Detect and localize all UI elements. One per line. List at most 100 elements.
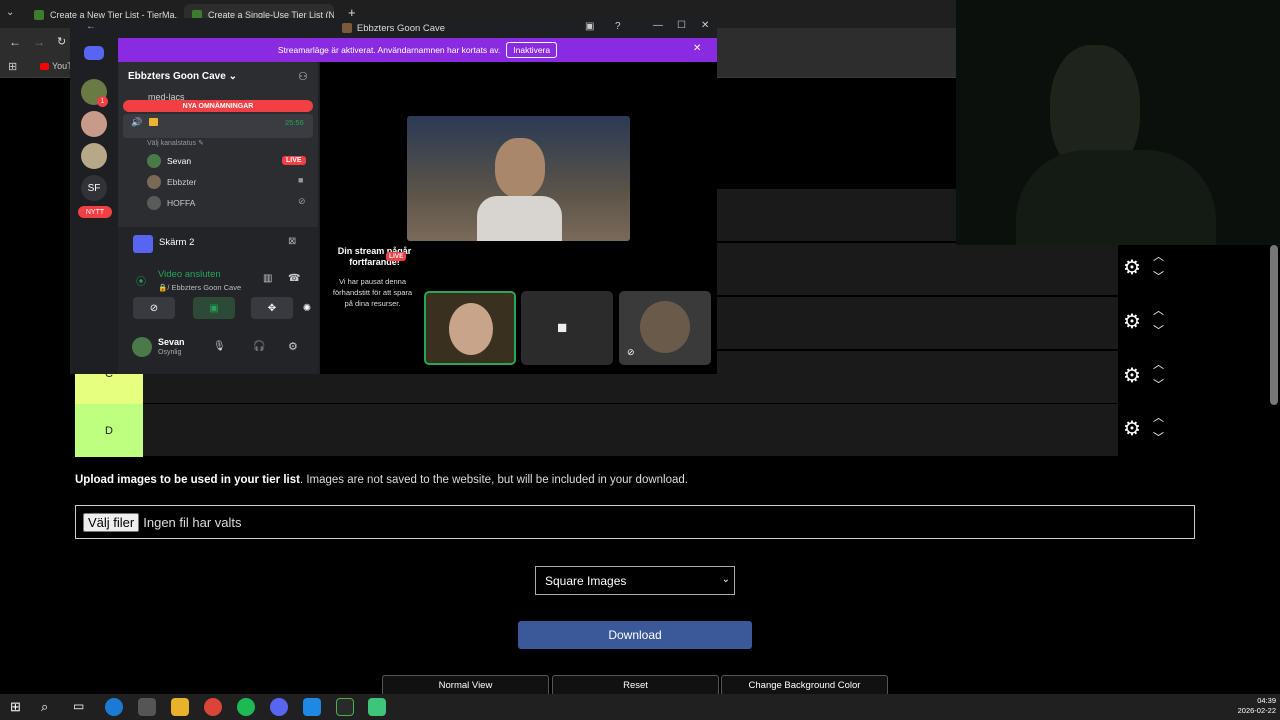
voice-channel-link[interactable]: 🔒/ Ebbzters Goon Cave: [158, 283, 241, 292]
lock-icon: [149, 118, 158, 126]
back-arrow-icon[interactable]: ←: [86, 21, 96, 32]
avatar: [640, 301, 690, 353]
row-controls: ⚙ ︿ ﹀: [1122, 243, 1172, 296]
participant-tile[interactable]: [424, 291, 516, 365]
participant-tile[interactable]: ■: [521, 291, 613, 365]
task-view-icon[interactable]: ▭: [73, 699, 84, 713]
channel-status[interactable]: Välj kanalstatus ✎: [147, 139, 204, 147]
chevron-down-icon[interactable]: ﹀: [1153, 326, 1164, 337]
gear-icon[interactable]: ⚙: [1122, 366, 1142, 386]
screen-share-button[interactable]: ▣: [193, 297, 235, 319]
activities-button[interactable]: ✥: [251, 297, 293, 319]
chrome-icon[interactable]: [204, 698, 222, 716]
live-badge: LIVE: [386, 252, 407, 261]
camera-icon: ■: [557, 318, 568, 337]
avatar[interactable]: [132, 337, 152, 357]
chevron-down-icon[interactable]: ﹀: [1153, 272, 1164, 283]
voice-member[interactable]: Sevan: [147, 154, 191, 168]
file-upload-field[interactable]: Välj filer Ingen fil har valts: [75, 505, 1195, 539]
microphone-icon[interactable]: 🎙: [213, 341, 226, 352]
image-shape-select[interactable]: Square Images ⌄: [535, 566, 735, 595]
chevron-up-icon[interactable]: ︿: [1153, 252, 1164, 263]
xbox-icon[interactable]: [336, 698, 354, 716]
tab-search-icon[interactable]: ⌄: [6, 7, 14, 18]
tier-label[interactable]: D: [75, 404, 143, 457]
user-name: Sevan: [158, 337, 185, 347]
chevron-down-icon[interactable]: ﹀: [1153, 433, 1164, 444]
discord-window: Ebbzters Goon Cave ← ▣ ? — ☐ ✕ Streamarl…: [70, 18, 717, 374]
screen-share-icon: [133, 235, 153, 253]
normal-view-button[interactable]: Normal View: [382, 675, 549, 695]
tiermaker-favicon-icon: [34, 10, 44, 20]
minimize-icon[interactable]: —: [653, 20, 663, 31]
gear-icon[interactable]: ⚙: [1122, 312, 1142, 332]
chevron-down-icon[interactable]: ﹀: [1153, 380, 1164, 391]
disconnect-icon[interactable]: ☎: [288, 273, 300, 284]
headphones-icon[interactable]: 🎧: [253, 341, 265, 352]
upload-heading: Upload images to be used in your tier li…: [75, 474, 300, 486]
add-member-icon[interactable]: ⚇: [298, 70, 308, 83]
stream-paused-note: Vi har pausat denna förhandstitt för att…: [332, 277, 413, 308]
spotify-icon[interactable]: [237, 698, 255, 716]
reload-icon[interactable]: ↻: [57, 35, 66, 48]
video-feed[interactable]: [407, 116, 630, 241]
gear-icon[interactable]: ⚙: [1122, 419, 1142, 439]
voice-member[interactable]: Ebbzter: [147, 175, 196, 189]
inbox-icon[interactable]: ▣: [585, 21, 594, 32]
back-arrow-icon[interactable]: ←: [9, 35, 21, 49]
server-name[interactable]: Ebbzters Goon Cave ⌄: [128, 71, 237, 82]
stream-stage: Din stream pågår fortfarande! LIVE Vi ha…: [320, 62, 717, 374]
chevron-up-icon[interactable]: ︿: [1153, 360, 1164, 371]
soundboard-button[interactable]: ✺: [298, 297, 316, 319]
channel-sidebar: Ebbzters Goon Cave ⌄ ⚇ med-lacs NYA OMNÄ…: [118, 62, 318, 374]
discord-home-icon[interactable]: [84, 46, 104, 60]
tier-row[interactable]: D: [75, 404, 1118, 457]
search-icon[interactable]: ⌕: [41, 699, 48, 715]
app-icon[interactable]: [303, 698, 321, 716]
stop-stream-icon[interactable]: ⊠: [288, 236, 296, 247]
new-mentions-pill[interactable]: NYA OMNÄMNINGAR: [123, 100, 313, 112]
choose-files-button[interactable]: Välj filer: [83, 512, 140, 532]
discord-icon[interactable]: [270, 698, 288, 716]
system-clock[interactable]: 04:39 2026-02-22: [1230, 696, 1276, 716]
server-icon: [341, 23, 352, 33]
apps-grid-icon[interactable]: ⊞: [8, 60, 17, 73]
bookmark-youtube[interactable]: YouT: [40, 61, 73, 71]
maximize-icon[interactable]: ☐: [677, 20, 686, 31]
chevron-up-icon[interactable]: ︿: [1153, 413, 1164, 424]
camera-toggle-button[interactable]: ⊘: [133, 297, 175, 319]
change-background-button[interactable]: Change Background Color: [721, 675, 888, 695]
disable-button[interactable]: Inaktivera: [506, 42, 558, 58]
close-icon[interactable]: ✕: [701, 20, 709, 31]
forward-arrow-icon[interactable]: →: [33, 35, 45, 49]
server-list: 1 SF NYTT: [70, 38, 118, 374]
avatar: [449, 303, 493, 355]
close-icon[interactable]: ✕: [693, 43, 701, 54]
windows-start-icon[interactable]: ⊞: [10, 699, 21, 715]
noise-suppression-icon[interactable]: ▥: [263, 273, 272, 284]
gear-icon[interactable]: ⚙: [1122, 258, 1142, 278]
tiermaker-icon[interactable]: [368, 698, 386, 716]
unread-badge: 1: [97, 96, 108, 107]
participant-tile[interactable]: ⊘: [619, 291, 711, 365]
new-badge: NYTT: [78, 206, 112, 218]
voice-status[interactable]: Video ansluten: [158, 269, 221, 280]
help-icon[interactable]: ?: [615, 21, 621, 32]
voice-channel-row[interactable]: 🔊 25:56: [123, 114, 313, 138]
download-button[interactable]: Download: [518, 621, 752, 649]
chevron-up-icon[interactable]: ︿: [1153, 306, 1164, 317]
server-sf[interactable]: SF: [81, 175, 107, 201]
store-icon[interactable]: [138, 698, 156, 716]
windows-taskbar: ⊞ ⌕ ▭ 04:39 2026-02-22: [0, 694, 1280, 720]
shirt-shape: [477, 196, 562, 241]
page-scrollbar[interactable]: [1270, 245, 1278, 405]
reset-button[interactable]: Reset: [552, 675, 719, 695]
channel-timer: 25:56: [285, 118, 304, 127]
edge-icon[interactable]: [105, 698, 123, 716]
signal-icon: ⦿: [136, 277, 146, 288]
server-avatar[interactable]: [81, 143, 107, 169]
server-avatar[interactable]: [81, 111, 107, 137]
voice-member[interactable]: HOFFA: [147, 196, 195, 210]
file-explorer-icon[interactable]: [171, 698, 189, 716]
settings-gear-icon[interactable]: ⚙: [288, 340, 298, 353]
